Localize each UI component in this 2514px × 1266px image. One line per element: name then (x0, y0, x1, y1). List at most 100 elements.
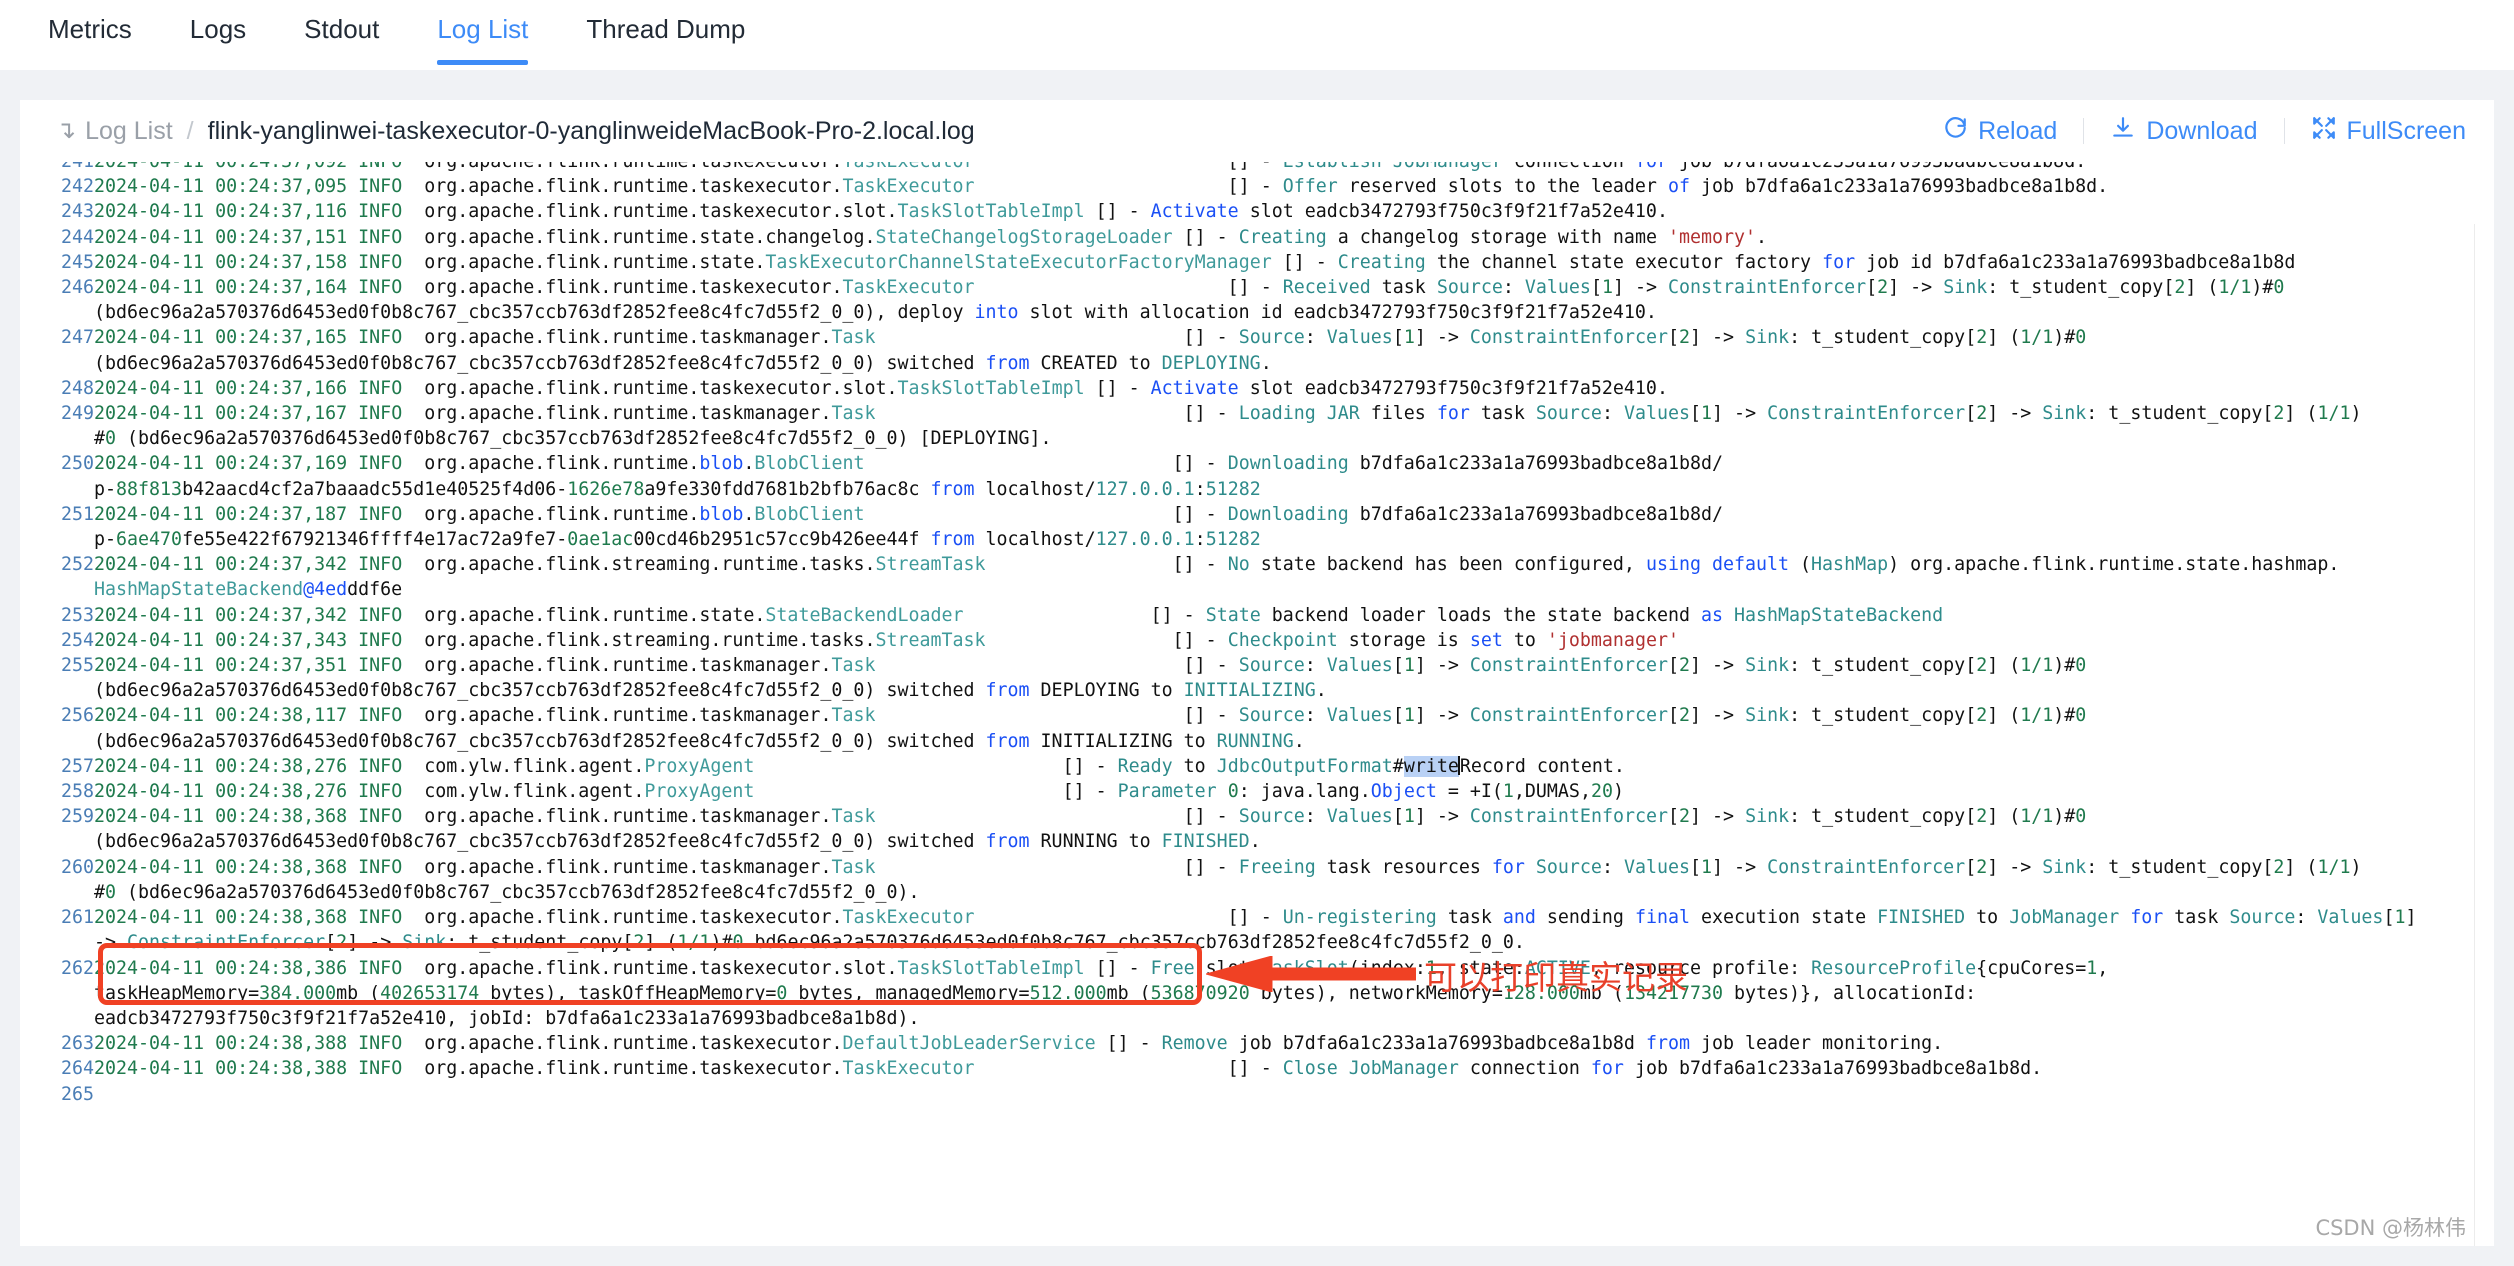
log-token: ConstraintEnforcer (1469, 705, 1668, 727)
log-token: ] -> (1712, 403, 1768, 425)
log-token: , resource profile: (1590, 957, 1812, 979)
log-token: 00cd46b2951c57cc9b426ee44f (633, 529, 931, 551)
log-token: a changelog storage with name (1326, 226, 1668, 248)
log-line-content[interactable]: 2024-04-11 00:24:38,276 INFO com.ylw.fli… (94, 779, 2474, 804)
log-line-content[interactable]: 2024-04-11 00:24:37,095 INFO org.apache.… (94, 174, 2474, 199)
tab-logs[interactable]: Logs (190, 0, 246, 65)
log-token: 2 (633, 932, 645, 954)
log-token: ] ( (2284, 856, 2318, 878)
log-row: 257 2024-04-11 00:24:38,276 INFO com.ylw.… (20, 754, 2474, 779)
log-token: 1 (1502, 781, 1514, 803)
log-token: : (1304, 327, 1327, 349)
log-line-content[interactable]: 2024-04-11 00:24:37,158 INFO org.apache.… (94, 250, 2474, 275)
log-token: job id b7dfa6a1c233a1a76993badbce8a1b8d (1855, 251, 2296, 273)
log-token (347, 630, 358, 651)
log-line-content[interactable]: 2024-04-11 00:24:38,368 INFO org.apache.… (94, 855, 2474, 905)
log-token: 2024-04-11 00:24:38,386 (94, 957, 348, 979)
log-line-content[interactable]: 2024-04-11 00:24:37,342 INFO org.apache.… (94, 552, 2474, 602)
log-line-content[interactable]: 2024-04-11 00:24:38,368 INFO org.apache.… (94, 804, 2474, 854)
selected-text: write (1403, 755, 1459, 777)
log-token: Source (1535, 403, 1602, 425)
log-line-content[interactable]: 2024-04-11 00:24:37,167 INFO org.apache.… (94, 401, 2474, 451)
tab-metrics[interactable]: Metrics (48, 0, 132, 65)
log-token: : t_student_copy[ (1789, 327, 1977, 349)
log-token: mb ( (336, 982, 381, 1004)
log-token: org.apache.flink.streaming.runtime.tasks… (402, 554, 876, 576)
tab-stdout[interactable]: Stdout (304, 0, 379, 65)
log-line-content[interactable]: 2024-04-11 00:24:37,092 INFO org.apache.… (94, 162, 2474, 174)
log-line-content[interactable]: 2024-04-11 00:24:37,165 INFO org.apache.… (94, 325, 2474, 375)
log-token: [ (1668, 327, 1680, 349)
log-token: JobManager (1348, 1058, 1459, 1080)
log-line-number: 242 (60, 176, 94, 198)
log-token: ] ( (644, 932, 678, 954)
log-line-content[interactable]: 2024-04-11 00:24:37,351 INFO org.apache.… (94, 653, 2474, 703)
log-line-content[interactable]: 2024-04-11 00:24:37,342 INFO org.apache.… (94, 603, 2474, 628)
log-token: ( (1789, 554, 1812, 576)
log-line-content[interactable]: 2024-04-11 00:24:37,116 INFO org.apache.… (94, 199, 2474, 224)
tab-log-list[interactable]: Log List (437, 0, 529, 66)
log-line-content[interactable]: 2024-04-11 00:24:37,343 INFO org.apache.… (94, 628, 2474, 653)
download-button[interactable]: Download (2108, 115, 2259, 148)
log-token: org.apache.flink.streaming.runtime.tasks… (402, 629, 876, 651)
log-line-content[interactable]: 2024-04-11 00:24:37,166 INFO org.apache.… (94, 376, 2474, 401)
log-line-content[interactable] (94, 1082, 2474, 1107)
log-token (2119, 907, 2130, 928)
log-line-content[interactable]: 2024-04-11 00:24:37,164 INFO org.apache.… (94, 275, 2474, 325)
log-token: ] -> (1690, 705, 1746, 727)
log-token: ] ( (1987, 705, 2021, 727)
log-token: and (1502, 907, 1536, 929)
log-token: DefaultJobLeaderService (842, 1033, 1096, 1055)
log-line-number: 263 (60, 1033, 94, 1055)
log-line-number: 245 (60, 251, 94, 273)
log-token: TaskSlot (1260, 957, 1349, 979)
log-token: Sink (1745, 655, 1790, 677)
log-token: org.apache.flink.runtime.taskmanager. (402, 327, 832, 349)
log-token: Activate (1150, 377, 1239, 399)
log-token: . (1315, 680, 1327, 702)
reload-button[interactable]: Reload (1940, 115, 2059, 148)
vertical-scrollbar-track[interactable] (2474, 224, 2494, 1246)
log-line-content[interactable]: 2024-04-11 00:24:38,388 INFO org.apache.… (94, 1031, 2474, 1056)
log-token: INFO (358, 277, 403, 299)
log-token: Downloading (1227, 453, 1349, 475)
log-token: [] - (963, 604, 1206, 626)
page-background-gap (0, 70, 2514, 100)
log-line-content[interactable]: 2024-04-11 00:24:37,187 INFO org.apache.… (94, 502, 2474, 552)
log-token: TaskSlotTableImpl (897, 957, 1085, 979)
log-token: org.apache.flink.runtime.taskexecutor.sl… (402, 201, 898, 223)
log-token: 1 (1403, 327, 1415, 349)
log-token: the channel state executor factory (1425, 251, 1823, 273)
breadcrumb-back-log-list[interactable]: ↴ Log List (56, 117, 173, 146)
log-token: 1/1 (677, 932, 711, 954)
log-line-content[interactable]: 2024-04-11 00:24:38,386 INFO org.apache.… (94, 956, 2474, 1032)
log-token: blob (699, 503, 744, 525)
log-token: INFO (358, 162, 402, 172)
log-line-content[interactable]: 2024-04-11 00:24:38,368 INFO org.apache.… (94, 905, 2474, 955)
log-token: : (1304, 655, 1327, 677)
log-token (347, 277, 358, 298)
log-token: files (1359, 403, 1437, 425)
log-token: Values (1326, 655, 1393, 677)
log-token: INFO (358, 629, 403, 651)
log-token: ) org.apache.flink.runtime.state.hashmap… (1888, 554, 2340, 576)
log-line-content[interactable]: 2024-04-11 00:24:37,151 INFO org.apache.… (94, 225, 2474, 250)
log-line-content[interactable]: 2024-04-11 00:24:37,169 INFO org.apache.… (94, 451, 2474, 501)
log-line-content[interactable]: 2024-04-11 00:24:38,117 INFO org.apache.… (94, 703, 2474, 753)
log-token (1382, 162, 1393, 172)
tab-thread-dump[interactable]: Thread Dump (586, 0, 745, 65)
log-token: Values (1623, 403, 1691, 425)
log-token: [ (1392, 705, 1404, 727)
log-token: : (1502, 277, 1525, 299)
log-token: Values (1326, 327, 1393, 349)
log-token: INFO (358, 705, 403, 727)
log-line-content[interactable]: 2024-04-11 00:24:38,388 INFO org.apache.… (94, 1056, 2474, 1081)
log-line-content[interactable]: 2024-04-11 00:24:38,276 INFO com.ylw.fli… (94, 754, 2474, 779)
log-token: ConstraintEnforcer (1469, 655, 1668, 677)
fullscreen-button[interactable]: FullScreen (2309, 115, 2469, 148)
log-scroll-viewport[interactable]: 2412024-04-11 00:24:37,092 INFO org.apac… (20, 162, 2474, 1233)
log-row: 250 2024-04-11 00:24:37,169 INFO org.apac… (20, 451, 2474, 501)
log-token: 1/1 (2020, 705, 2054, 727)
log-row: 246 2024-04-11 00:24:37,164 INFO org.apac… (20, 275, 2474, 325)
log-token: [ (1690, 403, 1702, 425)
